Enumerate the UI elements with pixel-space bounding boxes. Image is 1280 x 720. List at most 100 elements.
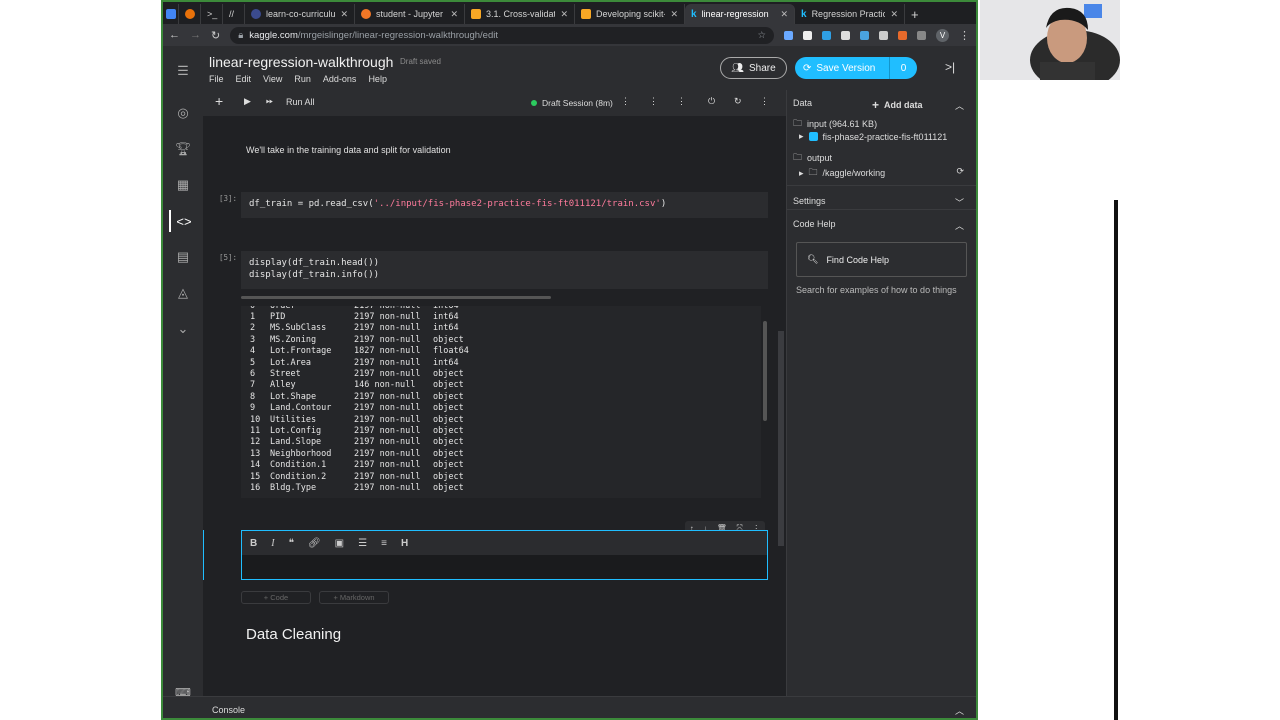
browser-tab[interactable]: student - Jupyter ✕ <box>355 4 465 24</box>
restart-icon[interactable]: ↻ <box>734 96 742 107</box>
table-icon[interactable]: ▦ <box>169 174 197 196</box>
toolbar-more-icon[interactable]: ⋮ <box>760 96 769 107</box>
add-cell-icon[interactable]: + <box>215 93 223 109</box>
close-tab-icon[interactable]: ✕ <box>560 9 568 20</box>
docs-tab-pinned[interactable] <box>163 4 179 24</box>
comment-icon[interactable]: ▤ <box>169 246 197 268</box>
menu-run[interactable]: Run <box>294 74 311 84</box>
working-folder[interactable]: ▸ 🗀︎ /kaggle/working <box>799 165 885 181</box>
image-icon[interactable]: ▣ <box>335 538 344 549</box>
extension-icon[interactable] <box>917 30 926 40</box>
refresh-icon[interactable]: ⟳ <box>956 166 964 177</box>
pinned-tab-4[interactable]: // <box>223 4 245 24</box>
session-status[interactable]: Draft Session (8m) <box>531 98 613 108</box>
close-tab-icon[interactable]: ✕ <box>890 9 898 20</box>
extension-icon[interactable] <box>879 30 888 40</box>
run-all-icon[interactable]: ⏩︎ <box>266 96 273 107</box>
table-cell: Bldg.Type <box>270 482 317 493</box>
notebook-title[interactable]: linear-regression-walkthrough <box>209 54 393 70</box>
add-data-button[interactable]: + Add data <box>872 98 923 112</box>
browser-tab[interactable]: 3.1. Cross-validatio ✕ <box>465 4 575 24</box>
italic-icon[interactable]: I <box>271 538 274 549</box>
browser-tab[interactable]: k Regression Practic ✕ <box>795 4 905 24</box>
code-cell-read-csv[interactable]: df_train = pd.read_csv('../input/fis-pha… <box>241 192 768 218</box>
run-all-label[interactable]: Run All <box>286 97 315 107</box>
star-icon[interactable]: ☆ <box>757 30 766 41</box>
menu-addons[interactable]: Add-ons <box>323 74 357 84</box>
forward-icon[interactable]: → <box>190 29 201 41</box>
code-help-section[interactable]: Code Help <box>793 219 836 229</box>
menu-edit[interactable]: Edit <box>236 74 252 84</box>
output-scrollbar[interactable] <box>763 321 767 421</box>
table-cell: 10 <box>250 414 261 425</box>
school-icon[interactable]: ◬ <box>169 282 197 304</box>
menu-view[interactable]: View <box>263 74 282 84</box>
hamburger-icon[interactable]: ☰ <box>169 60 197 82</box>
bold-icon[interactable]: B <box>250 538 257 549</box>
add-markdown-button[interactable]: + Markdown <box>319 591 389 604</box>
new-tab-button[interactable]: + <box>905 4 925 24</box>
console-bar[interactable]: Console ︿ <box>163 696 976 718</box>
numbered-list-icon[interactable]: ≡ <box>381 538 387 549</box>
collapse-panel-icon[interactable]: >| <box>945 60 955 74</box>
extension-icon[interactable] <box>803 30 812 40</box>
settings-section[interactable]: Settings <box>793 196 826 206</box>
dataset-item[interactable]: ▸ fis-phase2-practice-fis-ft011121 <box>799 131 947 142</box>
chevron-up-icon[interactable]: ︿ <box>955 704 964 717</box>
code-icon[interactable]: <> <box>169 210 197 232</box>
browser-tab-active[interactable]: k linear-regression ✕ <box>685 4 795 24</box>
expand-icon[interactable]: ⌄ <box>169 318 197 340</box>
extension-icon[interactable] <box>898 30 907 40</box>
extension-icon[interactable] <box>841 30 850 40</box>
version-count[interactable]: 0 <box>889 57 917 79</box>
kaggle-editor: ☰ ◎ 🏆︎ ▦ <> ▤ ◬ ⌄ linear-regression-walk… <box>163 46 976 718</box>
input-folder[interactable]: 🗀︎ input (964.61 KB) <box>793 116 877 132</box>
keyboard-icon[interactable]: ⌨ <box>175 686 191 702</box>
find-code-help-field[interactable]: 🔍︎ Find Code Help <box>796 242 967 277</box>
pinned-tab-3[interactable]: >_ <box>201 4 223 24</box>
extension-icon[interactable] <box>822 30 831 40</box>
quote-icon[interactable]: ❝ <box>289 538 294 549</box>
close-tab-icon[interactable]: ✕ <box>340 9 348 20</box>
browser-tab[interactable]: Developing scikit- ✕ <box>575 4 685 24</box>
chevron-up-icon[interactable]: ︿ <box>955 219 964 232</box>
horizontal-scrollbar[interactable] <box>241 296 551 299</box>
back-icon[interactable]: ← <box>169 29 180 41</box>
menu-file[interactable]: File <box>209 74 224 84</box>
extension-icon[interactable] <box>784 30 793 40</box>
browser-tab[interactable]: learn-co-curriculu ✕ <box>245 4 355 24</box>
extension-icon[interactable] <box>860 30 869 40</box>
menu-help[interactable]: Help <box>368 74 387 84</box>
markdown-editor-cell[interactable]: B I ❝ 🔗︎ ▣ ☰ ≡ H <box>241 530 768 580</box>
heading-icon[interactable]: H <box>401 538 408 549</box>
trophy-icon[interactable]: 🏆︎ <box>169 138 197 160</box>
chevron-up-icon[interactable]: ︿ <box>955 99 964 112</box>
editor-scrollbar[interactable] <box>778 331 784 546</box>
close-tab-icon[interactable]: ✕ <box>780 9 788 20</box>
url-field[interactable]: 🔒︎ kaggle.com/mrgeislinger/linear-regres… <box>230 26 774 44</box>
code-cell-display[interactable]: display(df_train.head()) display(df_trai… <box>241 251 768 289</box>
link-icon[interactable]: 🔗︎ <box>308 538 321 549</box>
share-button[interactable]: 👥︎ Share <box>720 57 787 79</box>
avatar[interactable]: V <box>936 28 949 42</box>
add-data-label: Add data <box>884 100 923 110</box>
output-folder[interactable]: 🗀︎ output <box>793 150 832 166</box>
close-tab-icon[interactable]: ✕ <box>450 9 458 20</box>
close-tab-icon[interactable]: ✕ <box>670 9 678 20</box>
table-row: 7 Alley 146 non-null object <box>250 380 469 391</box>
bullet-list-icon[interactable]: ☰ <box>358 538 367 549</box>
compass-icon[interactable]: ◎ <box>169 102 197 124</box>
markdown-cell-text[interactable]: We'll take in the training data and spli… <box>246 145 451 155</box>
chevron-down-icon[interactable]: ﹀ <box>955 196 964 209</box>
run-cell-icon[interactable]: ▶ <box>244 96 251 107</box>
find-help-label: Find Code Help <box>826 254 889 265</box>
add-code-button[interactable]: + Code <box>241 591 311 604</box>
section-heading[interactable]: Data Cleaning <box>246 626 341 643</box>
table-cell: object <box>433 380 464 391</box>
save-version-button[interactable]: ⟳ Save Version 0 <box>795 57 917 79</box>
pinned-tab-2[interactable] <box>179 4 201 24</box>
markdown-input[interactable] <box>242 555 767 579</box>
reload-icon[interactable]: ↻ <box>211 29 220 42</box>
power-icon[interactable]: ⏻ <box>708 96 715 107</box>
kebab-menu-icon[interactable]: ⋮ <box>959 29 970 42</box>
